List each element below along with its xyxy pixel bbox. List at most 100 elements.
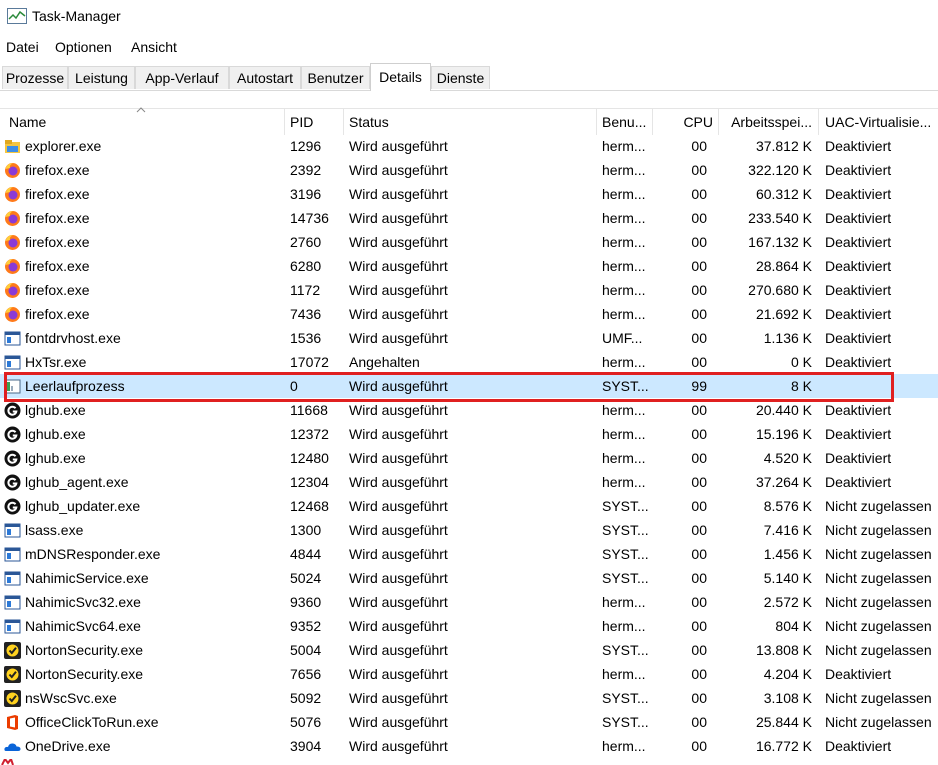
process-cpu: 00 [691, 450, 707, 466]
menu-optionen[interactable]: Optionen [55, 39, 112, 55]
column-divider[interactable] [652, 109, 653, 135]
process-status: Wird ausgeführt [349, 138, 448, 154]
process-name: Leerlaufprozess [25, 378, 125, 394]
process-name: firefox.exe [25, 234, 90, 250]
table-row[interactable]: firefox.exe 14736 Wird ausgeführt herm..… [0, 206, 938, 230]
process-cpu: 00 [691, 642, 707, 658]
table-row[interactable]: mDNSResponder.exe 4844 Wird ausgeführt S… [0, 542, 938, 566]
column-header-pid[interactable]: PID [290, 114, 340, 130]
process-uac: Deaktiviert [825, 354, 892, 370]
table-row[interactable]: NortonSecurity.exe 5004 Wird ausgeführt … [0, 638, 938, 662]
process-cpu: 00 [691, 546, 707, 562]
idle-process-icon [4, 378, 21, 395]
column-header-arbeitsspeicher[interactable]: Arbeitsspei... [722, 114, 812, 130]
table-row[interactable]: Leerlaufprozess 0 Wird ausgeführt SYST..… [0, 374, 938, 398]
column-header-benutzer[interactable]: Benu... [602, 114, 650, 130]
process-uac: Deaktiviert [825, 450, 892, 466]
table-row[interactable]: lghub.exe 12372 Wird ausgeführt herm... … [0, 422, 938, 446]
process-name: HxTsr.exe [25, 354, 87, 370]
table-row[interactable]: firefox.exe 1172 Wird ausgeführt herm...… [0, 278, 938, 302]
column-divider[interactable] [596, 109, 597, 135]
process-cpu: 00 [691, 498, 707, 514]
process-status: Wird ausgeführt [349, 210, 448, 226]
table-row[interactable]: explorer.exe 1296 Wird ausgeführt herm..… [0, 134, 938, 158]
process-pid: 5004 [290, 642, 322, 658]
table-row[interactable]: fontdrvhost.exe 1536 Wird ausgeführt UMF… [0, 326, 938, 350]
table-row[interactable]: NahimicService.exe 5024 Wird ausgeführt … [0, 566, 938, 590]
process-uac: Deaktiviert [825, 210, 892, 226]
tab-app-verlauf[interactable]: App-Verlauf [135, 66, 229, 89]
window-app-icon [4, 522, 21, 539]
process-name: firefox.exe [25, 306, 90, 322]
column-divider[interactable] [718, 109, 719, 135]
table-row[interactable]: NortonSecurity.exe 7656 Wird ausgeführt … [0, 662, 938, 686]
table-row[interactable]: firefox.exe 2760 Wird ausgeführt herm...… [0, 230, 938, 254]
column-header-cpu[interactable]: CPU [655, 114, 713, 130]
process-name: lghub.exe [25, 450, 86, 466]
process-status: Wird ausgeführt [349, 666, 448, 682]
menu-datei[interactable]: Datei [6, 39, 39, 55]
table-row[interactable]: firefox.exe 3196 Wird ausgeführt herm...… [0, 182, 938, 206]
process-cpu: 00 [691, 258, 707, 274]
process-uac: Nicht zugelassen [825, 642, 932, 658]
process-uac: Nicht zugelassen [825, 690, 932, 706]
table-row[interactable]: firefox.exe 6280 Wird ausgeführt herm...… [0, 254, 938, 278]
table-row[interactable]: OneDrive.exe 3904 Wird ausgeführt herm..… [0, 734, 938, 758]
process-cpu: 00 [691, 162, 707, 178]
process-memory: 37.812 K [755, 138, 812, 154]
process-uac: Deaktiviert [825, 186, 892, 202]
column-divider[interactable] [284, 109, 285, 135]
tab-strip: Prozesse Leistung App-Verlauf Autostart … [0, 63, 938, 91]
column-header-status[interactable]: Status [349, 114, 589, 130]
table-row[interactable]: lghub.exe 11668 Wird ausgeführt herm... … [0, 398, 938, 422]
process-memory: 270.680 K [748, 282, 812, 298]
process-pid: 11668 [290, 402, 328, 418]
process-name: OneDrive.exe [25, 738, 111, 754]
process-name: NortonSecurity.exe [25, 666, 144, 682]
process-cpu: 00 [691, 282, 707, 298]
table-row[interactable]: NahimicSvc32.exe 9360 Wird ausgeführt he… [0, 590, 938, 614]
table-row[interactable]: NahimicSvc64.exe 9352 Wird ausgeführt he… [0, 614, 938, 638]
process-cpu: 00 [691, 618, 707, 634]
column-divider[interactable] [343, 109, 344, 135]
process-pid: 2392 [290, 162, 322, 178]
menu-ansicht[interactable]: Ansicht [131, 39, 177, 55]
process-status: Wird ausgeführt [349, 498, 448, 514]
table-row[interactable]: lghub_updater.exe 12468 Wird ausgeführt … [0, 494, 938, 518]
process-memory: 4.520 K [763, 450, 812, 466]
tab-dienste[interactable]: Dienste [431, 66, 490, 89]
tab-benutzer[interactable]: Benutzer [301, 66, 370, 89]
table-row[interactable]: nsWscSvc.exe 5092 Wird ausgeführt SYST..… [0, 686, 938, 710]
table-row[interactable]: lghub.exe 12480 Wird ausgeführt herm... … [0, 446, 938, 470]
process-memory: 3.108 K [763, 690, 812, 706]
table-row[interactable]: HxTsr.exe 17072 Angehalten herm... 00 0 … [0, 350, 938, 374]
process-name: fontdrvhost.exe [25, 330, 121, 346]
column-divider[interactable] [818, 109, 819, 135]
process-uac: Deaktiviert [825, 402, 892, 418]
column-header: Name PID Status Benu... CPU Arbeitsspei.… [0, 107, 938, 135]
process-memory: 1.136 K [763, 330, 812, 346]
process-uac: Nicht zugelassen [825, 570, 932, 586]
process-uac: Deaktiviert [825, 474, 892, 490]
process-user: SYST... [602, 690, 648, 706]
table-row[interactable]: firefox.exe 2392 Wird ausgeführt herm...… [0, 158, 938, 182]
partial-row-icon [1, 759, 14, 765]
firefox-icon [4, 282, 21, 299]
tab-details[interactable]: Details [370, 63, 431, 91]
tab-autostart[interactable]: Autostart [229, 66, 301, 89]
process-memory: 1.456 K [763, 546, 812, 562]
table-row[interactable]: lsass.exe 1300 Wird ausgeführt SYST... 0… [0, 518, 938, 542]
process-memory: 37.264 K [755, 474, 812, 490]
table-row[interactable]: lghub_agent.exe 12304 Wird ausgeführt he… [0, 470, 938, 494]
column-header-name[interactable]: Name [9, 114, 279, 130]
process-memory: 20.440 K [755, 402, 812, 418]
tab-prozesse[interactable]: Prozesse [2, 66, 68, 89]
table-row[interactable]: OfficeClickToRun.exe 5076 Wird ausgeführ… [0, 710, 938, 734]
tab-leistung[interactable]: Leistung [68, 66, 135, 89]
process-status: Wird ausgeführt [349, 450, 448, 466]
process-name: mDNSResponder.exe [25, 546, 161, 562]
process-uac: Nicht zugelassen [825, 618, 932, 634]
table-row[interactable]: firefox.exe 7436 Wird ausgeführt herm...… [0, 302, 938, 326]
column-header-uac[interactable]: UAC-Virtualisie... [825, 114, 938, 130]
process-status: Wird ausgeführt [349, 546, 448, 562]
